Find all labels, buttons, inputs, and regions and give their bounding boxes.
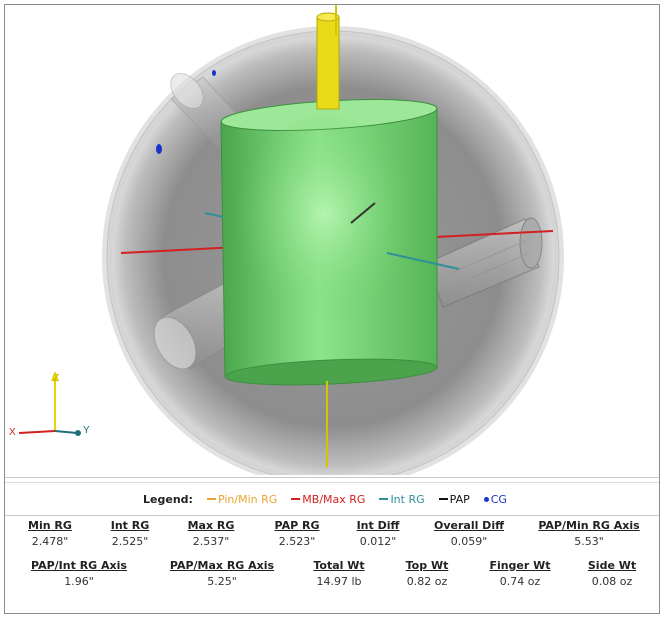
stat-total-wt: Total Wt 14.97 lb <box>309 559 369 588</box>
legend-item-int: Int RG <box>379 492 425 506</box>
legend-label: MB/Max RG <box>302 492 366 506</box>
legend-label: Int RG <box>390 492 425 506</box>
stat-finger-wt: Finger Wt 0.74 oz <box>487 559 553 588</box>
stat-label: Side Wt <box>587 559 637 572</box>
line-swatch-icon <box>438 498 448 500</box>
divider <box>5 515 659 516</box>
stat-max-rg: Max RG 2.537" <box>183 519 239 548</box>
stat-int-rg: Int RG 2.525" <box>105 519 155 548</box>
stat-value: 0.74 oz <box>499 575 541 588</box>
axis-x-label: X <box>9 427 16 438</box>
stat-label: PAP/Max RG Axis <box>169 559 275 572</box>
line-swatch-icon <box>206 498 216 500</box>
line-swatch-icon <box>379 498 389 500</box>
legend-item-pap: PAP <box>438 492 470 506</box>
stat-value: 0.08 oz <box>591 575 633 588</box>
stat-label: Total Wt <box>313 559 365 572</box>
stat-pap-rg: PAP RG 2.523" <box>269 519 325 548</box>
legend: Legend: Pin/Min RG MB/Max RG Int RG PAP … <box>5 487 659 511</box>
stat-value: 5.53" <box>574 535 604 548</box>
legend-item-max: MB/Max RG <box>291 493 365 506</box>
stat-label: Int Diff <box>356 519 400 532</box>
stat-pap-int-axis: PAP/Int RG Axis 1.96" <box>27 559 131 588</box>
dot-swatch-icon <box>483 496 489 502</box>
stat-side-wt: Side Wt 0.08 oz <box>583 559 641 588</box>
3d-viewport[interactable]: Z X Y <box>5 5 659 475</box>
stat-value: 1.96" <box>64 575 94 588</box>
stat-top-wt: Top Wt 0.82 oz <box>401 559 453 588</box>
stat-pap-max-axis: PAP/Max RG Axis 5.25" <box>167 559 277 588</box>
weight-block-core <box>220 99 438 386</box>
stat-value: 2.478" <box>31 535 69 548</box>
legend-item-pin: Pin/Min RG <box>206 492 278 506</box>
divider <box>5 477 659 478</box>
stat-value: 2.525" <box>111 535 149 548</box>
cg-marker-2 <box>212 70 216 76</box>
ball-core-render: Z X Y <box>9 5 564 475</box>
legend-label: CG <box>490 492 507 506</box>
stat-label: PAP RG <box>274 519 320 532</box>
cg-marker <box>156 144 162 154</box>
stat-label: Int RG <box>110 519 150 532</box>
stat-value: 5.25" <box>207 575 237 588</box>
stat-label: Max RG <box>187 519 235 532</box>
stat-label: Min RG <box>28 519 72 532</box>
rg-stats-panel: Min RG 2.478" Int RG 2.525" Max RG 2.537… <box>5 519 659 613</box>
legend-label: PAP <box>449 492 470 506</box>
legend-title: Legend: <box>143 492 193 506</box>
stat-value: 0.012" <box>359 535 397 548</box>
legend-label: Pin/Min RG <box>217 492 278 506</box>
stat-pap-min-axis: PAP/Min RG Axis 5.53" <box>535 519 643 548</box>
stat-value: 2.523" <box>278 535 316 548</box>
axes-triad: Z X Y <box>9 371 90 438</box>
stat-label: PAP/Min RG Axis <box>538 519 640 532</box>
stat-value: 14.97 lb <box>316 575 362 588</box>
axis-z-label: Z <box>53 373 59 384</box>
stat-label: Finger Wt <box>489 559 551 572</box>
window-frame: Z X Y Legend: Pin/Min RG MB/Max RG Int R… <box>4 4 660 614</box>
stat-int-diff: Int Diff 0.012" <box>351 519 405 548</box>
stat-label: PAP/Int RG Axis <box>31 559 127 572</box>
stat-overall-diff: Overall Diff 0.059" <box>427 519 511 548</box>
divider <box>5 482 659 483</box>
stat-min-rg: Min RG 2.478" <box>25 519 75 548</box>
stat-value: 0.059" <box>450 535 488 548</box>
stat-label: Overall Diff <box>433 519 504 532</box>
line-swatch-icon <box>291 498 301 500</box>
stat-value: 0.82 oz <box>406 575 448 588</box>
legend-item-cg: CG <box>483 492 507 506</box>
stat-value: 2.537" <box>192 535 230 548</box>
stat-label: Top Wt <box>405 559 449 572</box>
axis-y-label: Y <box>83 425 90 436</box>
